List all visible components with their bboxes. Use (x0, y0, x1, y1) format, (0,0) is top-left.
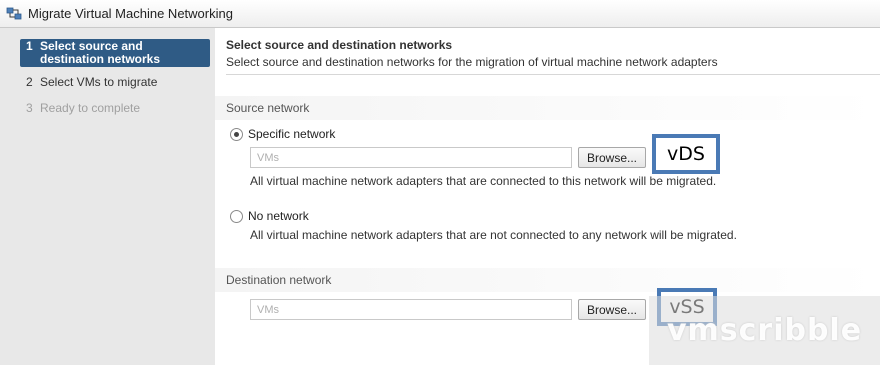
source-browse-button[interactable]: Browse... (578, 147, 646, 168)
destination-network-section-header: Destination network (215, 268, 880, 292)
specific-network-radio[interactable] (230, 127, 243, 141)
step-label: Select source and destination networks (40, 39, 161, 66)
destination-network-label: Destination network (226, 273, 332, 287)
no-network-helper: All virtual machine network adapters tha… (250, 228, 737, 242)
specific-network-helper: All virtual machine network adapters tha… (250, 174, 717, 188)
step-number: 1 (26, 39, 33, 53)
page-subtitle: Select source and destination networks f… (226, 55, 718, 69)
watermark-logo: vmscribble (649, 296, 880, 365)
network-migrate-icon (6, 7, 22, 21)
step-label: Ready to complete (40, 101, 141, 115)
step-label: Select VMs to migrate (40, 75, 158, 89)
wizard-steps-nav: 1 Select source and destination networks… (0, 28, 215, 365)
specific-network-label: Specific network (248, 127, 336, 141)
no-network-radio[interactable] (230, 209, 243, 223)
source-network-section-header: Source network (215, 96, 880, 120)
page-title: Select source and destination networks (226, 38, 453, 52)
step-number: 3 (26, 101, 33, 115)
source-network-input[interactable] (250, 147, 572, 168)
wizard-step-ready: 3 Ready to complete (26, 102, 216, 115)
window-title: Migrate Virtual Machine Networking (28, 6, 233, 21)
wizard-step-select-networks[interactable]: 1 Select source and destination networks (20, 39, 210, 67)
source-vds-callout: vDS (652, 134, 720, 174)
source-network-label: Source network (226, 101, 310, 115)
specific-network-option[interactable]: Specific network (230, 127, 335, 141)
no-network-label: No network (248, 209, 309, 223)
no-network-option[interactable]: No network (230, 209, 309, 223)
destination-browse-button[interactable]: Browse... (578, 299, 646, 320)
window-titlebar: Migrate Virtual Machine Networking (0, 0, 880, 28)
wizard-step-select-vms[interactable]: 2 Select VMs to migrate (26, 76, 216, 89)
destination-network-input[interactable] (250, 299, 572, 320)
step-number: 2 (26, 75, 33, 89)
header-divider (226, 74, 880, 75)
